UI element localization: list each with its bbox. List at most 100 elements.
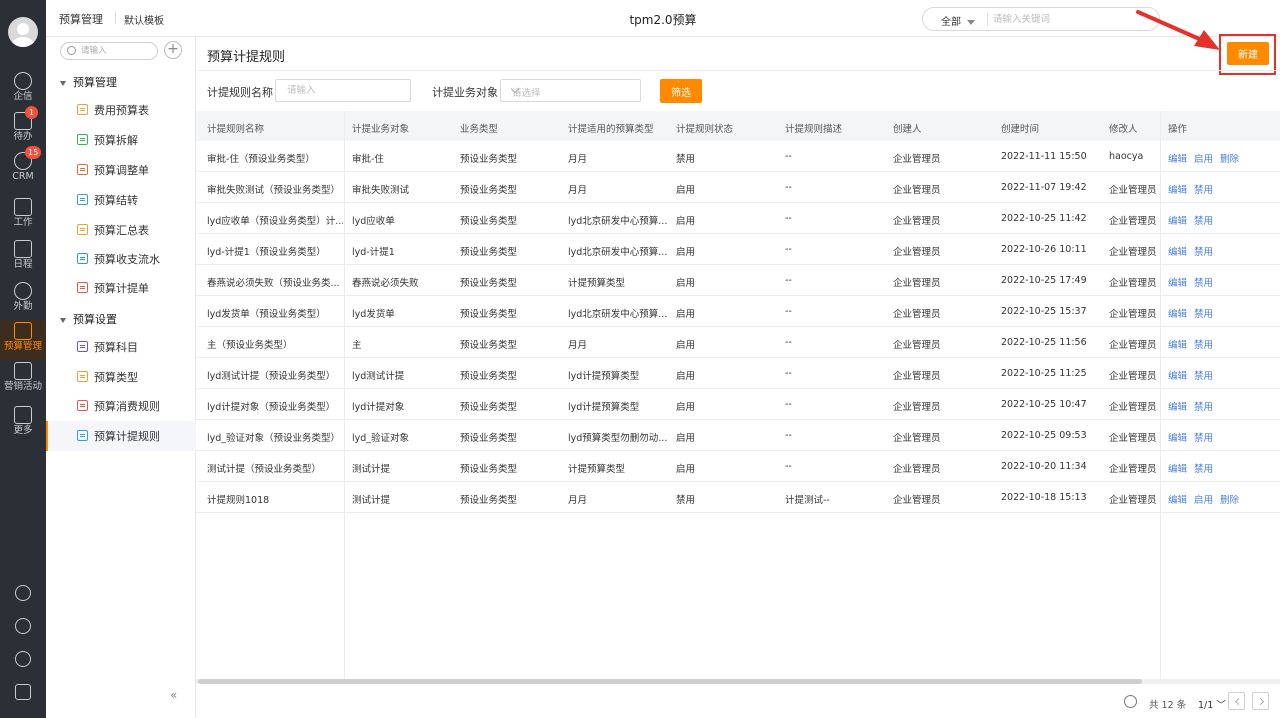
table-row[interactable]: lyd测试计提（预设业务类型） lyd测试计提 预设业务类型 lyd计提预算类型 启用 -… [196, 358, 1280, 389]
row-action-link[interactable]: 编辑 [1168, 213, 1187, 227]
row-action-link[interactable]: 删除 [1220, 151, 1239, 165]
column-header[interactable]: 计提规则描述 [785, 121, 842, 135]
row-action-link[interactable]: 禁用 [1194, 368, 1213, 382]
row-action-link[interactable]: 禁用 [1194, 399, 1213, 413]
rail-item-work[interactable]: 工作 [0, 196, 46, 236]
horizontal-scrollbar[interactable] [196, 679, 1280, 684]
sidebar-item[interactable]: 预算消费规则 [46, 391, 196, 421]
row-action-link[interactable]: 启用 [1194, 492, 1213, 506]
row-action-link[interactable]: 编辑 [1168, 492, 1187, 506]
row-action-link[interactable]: 编辑 [1168, 368, 1187, 382]
column-header[interactable]: 操作 [1168, 121, 1187, 135]
table-row[interactable]: lyd-计提1（预设业务类型） lyd-计提1 预设业务类型 lyd北京研发中心预算.… [196, 234, 1280, 265]
column-header[interactable]: 修改人 [1109, 121, 1138, 135]
table-row[interactable]: lyd应收单（预设业务类型）计... lyd应收单 预设业务类型 lyd北京研发中心预… [196, 203, 1280, 234]
column-header[interactable]: 计提规则名称 [207, 121, 264, 135]
prev-page-button[interactable] [1228, 692, 1245, 710]
avatar[interactable] [8, 17, 38, 47]
rail-item-todo[interactable]: 待办 1 [0, 106, 46, 150]
table-row[interactable]: 计提规则1018 测试计提 预设业务类型 月月 禁用 计提测试-- 企业管理员 2022-10… [196, 482, 1280, 513]
help-icon[interactable] [15, 585, 31, 601]
row-action-link[interactable]: 编辑 [1168, 182, 1187, 196]
sidebar-item[interactable]: 预算计提规则 [46, 421, 196, 451]
table-row[interactable]: 审批失败测试（预设业务类型） 审批失败测试 预设业务类型 月月 启用 -- 企业管理员 202… [196, 172, 1280, 203]
rail-item-label: 待办 [13, 131, 33, 142]
rail-item-marketing[interactable]: 营销活动 [0, 360, 46, 400]
row-action-link[interactable]: 编辑 [1168, 399, 1187, 413]
column-header[interactable]: 计提业务对象 [352, 121, 409, 135]
sidebar-item-label: 预算调整单 [94, 164, 149, 177]
table-row[interactable]: lyd_验证对象（预设业务类型） lyd_验证对象 预设业务类型 lyd预算类型勿删勿… [196, 420, 1280, 451]
rail-item-more[interactable]: 更多 [0, 404, 46, 444]
row-action-link[interactable]: 禁用 [1194, 182, 1213, 196]
gear-icon[interactable] [1124, 695, 1137, 708]
sidebar-item[interactable]: 预算科目 [46, 332, 196, 362]
sidebar-item[interactable]: 预算拆解 [46, 125, 196, 155]
rail-item-field[interactable]: 外勤 [0, 280, 46, 320]
cell-desc: -- [785, 275, 792, 286]
row-action-link[interactable]: 禁用 [1194, 244, 1213, 258]
row-action-link[interactable]: 禁用 [1194, 461, 1213, 475]
collapse-sidebar-icon[interactable]: « [170, 688, 177, 702]
gear-icon[interactable] [15, 618, 31, 634]
table-row[interactable]: lyd发货单（预设业务类型） lyd发货单 预设业务类型 lyd北京研发中心预算...… [196, 296, 1280, 327]
row-action-link[interactable]: 启用 [1194, 151, 1213, 165]
column-header[interactable]: 计提适用的预算类型 [568, 121, 654, 135]
rail-item-budget[interactable]: 预算管理 [0, 320, 46, 360]
table-row[interactable]: 主（预设业务类型） 主 预设业务类型 月月 启用 -- 企业管理员 2022-10-25 11… [196, 327, 1280, 358]
search-input[interactable] [993, 11, 1143, 28]
row-action-link[interactable]: 禁用 [1194, 430, 1213, 444]
table-row[interactable]: 审批-住（预设业务类型） 审批-住 预设业务类型 月月 禁用 -- 企业管理员 2022-11… [196, 141, 1280, 172]
row-action-link[interactable]: 编辑 [1168, 275, 1187, 289]
cell-status: 启用 [676, 185, 696, 196]
sidebar-item[interactable]: 预算调整单 [46, 155, 196, 185]
filter-button[interactable]: 筛选 [660, 79, 702, 103]
user-list-icon[interactable] [15, 684, 31, 700]
subnav-search-input[interactable] [81, 45, 151, 57]
row-action-link[interactable]: 禁用 [1194, 306, 1213, 320]
filter-name-input[interactable] [275, 79, 411, 102]
left-rail: 企信 待办 1 CRM 15 工作 日程外勤预算管理 营销活动 更多 [0, 0, 46, 718]
row-action-link[interactable]: 禁用 [1194, 213, 1213, 227]
row-action-link[interactable]: 编辑 [1168, 461, 1187, 475]
rail-item-label: 外勤 [13, 301, 33, 312]
cell-ctime: 2022-11-07 19:42 [1001, 182, 1087, 193]
row-action-link[interactable]: 禁用 [1194, 275, 1213, 289]
column-header[interactable]: 创建人 [893, 121, 922, 135]
row-action-link[interactable]: 编辑 [1168, 151, 1187, 165]
document-icon [77, 430, 88, 441]
rail-item-chat[interactable]: 企信 [0, 70, 46, 110]
page-indicator[interactable]: 1/1 ﹀ [1198, 697, 1226, 711]
sidebar-item[interactable]: 费用预算表 [46, 95, 196, 125]
filter-object-select[interactable]: 请选择 [500, 79, 641, 102]
sidebar-item[interactable]: 预算汇总表 [46, 215, 196, 245]
row-action-link[interactable]: 编辑 [1168, 244, 1187, 258]
next-page-button[interactable] [1252, 692, 1269, 710]
row-action-link[interactable]: 删除 [1220, 492, 1239, 506]
group-budget-settings[interactable]: 预算设置 [60, 311, 117, 327]
work-icon [14, 198, 32, 216]
rail-item-crm[interactable]: CRM 15 [0, 146, 46, 190]
sidebar-item[interactable]: 预算计提单 [46, 273, 196, 303]
sidebar-item[interactable]: 预算类型 [46, 362, 196, 392]
search-scope-select[interactable]: 全部 [941, 13, 975, 28]
column-header[interactable]: 计提规则状态 [676, 121, 733, 135]
row-action-link[interactable]: 编辑 [1168, 430, 1187, 444]
new-button[interactable]: 新建 [1227, 42, 1269, 65]
clock-icon[interactable] [15, 651, 31, 667]
table-row[interactable]: 春燕说必须失败（预设业务类... 春燕说必须失败 预设业务类型 计提预算类型 启用 -- 企… [196, 265, 1280, 296]
column-header[interactable]: 业务类型 [460, 121, 498, 135]
sidebar-item[interactable]: 预算收支流水 [46, 244, 196, 274]
rail-item-calendar[interactable]: 日程 [0, 238, 46, 278]
add-icon[interactable]: + [164, 41, 182, 59]
cell-modifier: 企业管理员 [1109, 278, 1157, 289]
group-budget-management[interactable]: 预算管理 [60, 74, 117, 90]
scrollbar-thumb[interactable] [198, 679, 1142, 684]
row-action-link[interactable]: 编辑 [1168, 337, 1187, 351]
row-action-link[interactable]: 禁用 [1194, 337, 1213, 351]
table-row[interactable]: lyd计提对象（预设业务类型） lyd计提对象 预设业务类型 lyd计提预算类型 启用 -… [196, 389, 1280, 420]
sidebar-item[interactable]: 预算结转 [46, 185, 196, 215]
table-row[interactable]: 测试计提（预设业务类型） 测试计提 预设业务类型 计提预算类型 启用 -- 企业管理员 202… [196, 451, 1280, 482]
row-action-link[interactable]: 编辑 [1168, 306, 1187, 320]
column-header[interactable]: 创建时间 [1001, 121, 1039, 135]
